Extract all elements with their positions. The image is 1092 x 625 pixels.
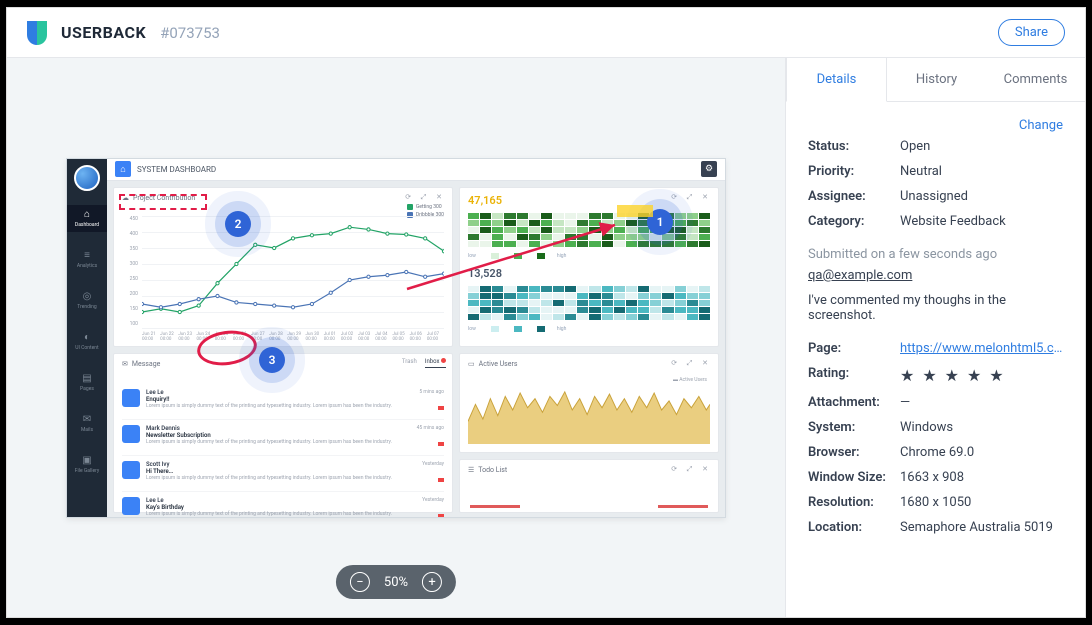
ss-nav-mails: ✉Mails xyxy=(67,410,107,437)
tab-trash: Trash xyxy=(402,358,417,368)
annotation-marker-3: 3 xyxy=(259,347,285,373)
browser-value: Chrome 69.0 xyxy=(900,445,1063,460)
ss-nav-files: ▣File Gallery xyxy=(67,451,107,478)
rating-stars: ★ ★ ★ ★ ★ xyxy=(900,366,1063,385)
flag-icon xyxy=(438,478,444,482)
zoom-level: 50% xyxy=(384,575,408,590)
chart-y-axis: 450400350300250200150100 xyxy=(120,216,138,328)
message-tabs: Trash Inbox xyxy=(402,358,446,368)
annotation-highlight xyxy=(617,205,653,217)
avatar-icon xyxy=(122,425,140,443)
message-item: Mark DennisNewsletter SubscriptionLorem … xyxy=(122,420,444,456)
card-controls: ⟳ ⤢ ✕ xyxy=(405,193,446,202)
annotated-screenshot[interactable]: ⌂Dashboard ≡Analytics ◎Trending ◐UI Cont… xyxy=(66,158,726,518)
ticket-id: #073753 xyxy=(160,24,220,42)
tab-comments[interactable]: Comments xyxy=(986,58,1085,101)
ss-nav-dashboard: ⌂Dashboard xyxy=(67,205,107,232)
location-value: Semaphore Australia 5019 xyxy=(900,520,1063,535)
system-value: Windows xyxy=(900,420,1063,435)
flag-icon xyxy=(438,514,444,518)
todo-card: ☰Todo List ⟳ ⤢ ✕ xyxy=(459,459,719,513)
gear-icon: ⚙ xyxy=(701,161,717,177)
active-users-card: ▭Active Users ⟳ ⤢ ✕ ▬ Active Users xyxy=(459,353,719,453)
category-value: Website Feedback xyxy=(900,214,1063,229)
change-link[interactable]: Change xyxy=(808,118,1063,133)
message-item: Scott IvyHi There…Lorem ipsum is simply … xyxy=(122,456,444,492)
avatar-icon xyxy=(122,461,140,479)
ss-nav-uicontent: ◐UI Content xyxy=(67,328,107,355)
flag-icon xyxy=(438,442,444,446)
submitter-email[interactable]: qa@example.com xyxy=(808,268,1063,283)
screenshot-preview-pane: ⌂Dashboard ≡Analytics ◎Trending ◐UI Cont… xyxy=(7,58,785,617)
annotation-marker-2: 2 xyxy=(225,211,251,237)
zoom-out-button[interactable]: − xyxy=(350,572,370,592)
annotation-dashed-box xyxy=(119,194,207,210)
ss-sidebar: ⌂Dashboard ≡Analytics ◎Trending ◐UI Cont… xyxy=(67,159,107,517)
ss-nav-analytics: ≡Analytics xyxy=(67,246,107,273)
area-chart xyxy=(468,376,710,444)
resolution-value: 1680 x 1050 xyxy=(900,495,1063,510)
app-window: USERBACK #073753 Share ⌂Dashboard ≡Analy… xyxy=(6,7,1086,618)
flag-icon xyxy=(438,406,444,410)
page-link[interactable]: https://www.melonhtml5.com/d… xyxy=(900,341,1063,356)
avatar-icon xyxy=(122,497,140,515)
ss-avatar-icon xyxy=(74,165,100,191)
card-controls: ⟳ ⤢ ✕ xyxy=(671,359,712,368)
details-panel: Details History Comments Change Status:O… xyxy=(785,58,1085,617)
message-item: Lee LeKay's BirthdayLorem ipsum is simpl… xyxy=(122,492,444,518)
attachment-value: — xyxy=(900,395,1063,410)
tab-inbox: Inbox xyxy=(425,358,446,368)
annotation-arrow xyxy=(397,219,627,299)
avatar-icon xyxy=(122,389,140,407)
message-item: Lee LeEnquiry!!Lorem ipsum is simply dum… xyxy=(122,384,444,420)
ss-header: ⌂ SYSTEM DASHBOARD ⚙ xyxy=(107,159,725,181)
ss-dashboard-title: SYSTEM DASHBOARD xyxy=(137,165,216,174)
ss-nav-trending: ◎Trending xyxy=(67,287,107,314)
card-controls: ⟳ ⤢ ✕ xyxy=(671,193,712,202)
chart-x-axis: Jun 21 00:00Jun 22 00:00Jun 23 00:00Jun … xyxy=(142,332,444,342)
message-list: Lee LeEnquiry!!Lorem ipsum is simply dum… xyxy=(122,384,444,518)
message-card: ✉Message Trash Inbox Lee LeEnquiry!!Lore… xyxy=(113,353,453,513)
tab-details[interactable]: Details xyxy=(786,58,887,102)
share-button[interactable]: Share xyxy=(998,19,1065,46)
ss-nav-pages: ▤Pages xyxy=(67,369,107,396)
tab-history[interactable]: History xyxy=(887,58,986,101)
priority-value: Neutral xyxy=(900,164,1063,179)
topbar: USERBACK #073753 Share xyxy=(7,8,1085,58)
status-value: Open xyxy=(900,139,1063,154)
panel-tabs: Details History Comments xyxy=(786,58,1085,102)
brand-name: USERBACK xyxy=(61,23,146,42)
home-icon: ⌂ xyxy=(115,161,131,177)
feedback-comment: I've commented my thoughs in the screens… xyxy=(808,293,1063,323)
submitted-text: Submitted on a few seconds ago xyxy=(808,247,1063,262)
assignee-value: Unassigned xyxy=(900,189,1063,204)
userback-logo-icon xyxy=(27,21,47,45)
window-size-value: 1663 x 908 xyxy=(900,470,1063,485)
zoom-control: − 50% + xyxy=(336,565,456,599)
card-controls: ⟳ ⤢ ✕ xyxy=(671,465,712,474)
zoom-in-button[interactable]: + xyxy=(422,572,442,592)
